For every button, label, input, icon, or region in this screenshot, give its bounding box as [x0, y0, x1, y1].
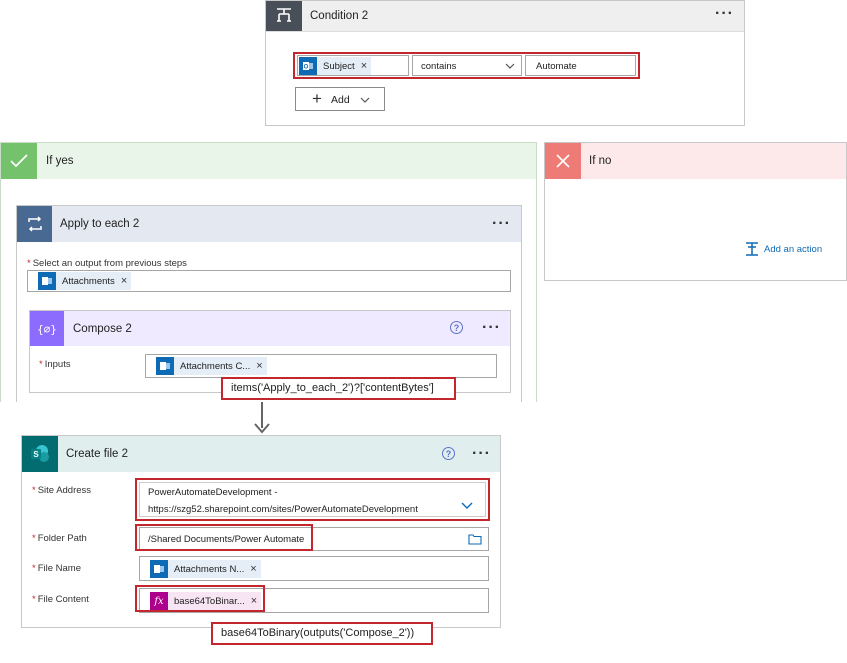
compose-title: Compose 2: [73, 322, 132, 335]
x-icon: [545, 143, 581, 179]
condition-value: Automate: [536, 61, 577, 72]
folder-icon[interactable]: [468, 533, 482, 545]
chevron-down-icon: [461, 502, 473, 509]
add-an-action-link[interactable]: Add an action: [744, 241, 822, 257]
compose-expression-text: items('Apply_to_each_2')?['contentBytes'…: [231, 382, 434, 394]
attachments-content-token[interactable]: Attachments C... ×: [156, 357, 267, 375]
outlook-icon: [156, 357, 174, 375]
apply-to-each-header[interactable]: Apply to each 2: [17, 206, 521, 242]
compose-expression-callout: items('Apply_to_each_2')?['contentBytes'…: [221, 377, 456, 400]
folder-path-label: * Folder Path: [32, 533, 87, 544]
add-button-label: Add: [331, 94, 350, 106]
svg-text:{∅}: {∅}: [37, 323, 57, 336]
if-yes-title: If yes: [46, 155, 74, 167]
add-button[interactable]: + Add: [295, 87, 385, 111]
add-action-icon: [746, 242, 758, 256]
subject-token[interactable]: O Subject ×: [299, 57, 372, 75]
file-content-expression-text: base64ToBinary(outputs('Compose_2')): [221, 627, 415, 639]
check-icon: [1, 143, 37, 179]
sharepoint-icon: S: [22, 436, 58, 472]
select-output-input[interactable]: Attachments ×: [27, 270, 511, 292]
help-icon[interactable]: ?: [442, 447, 455, 460]
remove-attachments-content-icon[interactable]: ×: [256, 360, 266, 372]
condition-more-icon[interactable]: ···: [715, 6, 734, 22]
compose-header[interactable]: {∅} Compose 2: [30, 311, 510, 346]
apply-to-each-card: Apply to each 2 ··· * Select an output fr…: [16, 205, 522, 402]
create-file-header[interactable]: S Create file 2: [22, 436, 500, 472]
attachments-name-label: Attachments N...: [174, 563, 245, 575]
attachments-content-label: Attachments C...: [180, 360, 251, 372]
outlook-icon: [150, 560, 168, 578]
file-content-expression-callout: base64ToBinary(outputs('Compose_2')): [211, 622, 433, 645]
chevron-down-icon: [505, 63, 515, 69]
compose-icon: {∅}: [30, 311, 64, 346]
if-yes-header[interactable]: If yes: [1, 143, 536, 179]
site-address-line2: https://szg52.sharepoint.com/sites/Power…: [148, 504, 418, 515]
compose-inputs-field[interactable]: Attachments C... ×: [145, 354, 497, 378]
condition-icon: [266, 1, 302, 31]
condition-left-operand[interactable]: O Subject ×: [297, 55, 409, 76]
attachments-token[interactable]: Attachments ×: [38, 272, 132, 290]
if-no-title: If no: [589, 155, 612, 167]
condition-header[interactable]: Condition 2: [266, 1, 744, 32]
create-file-card: S Create file 2 ? ··· * Site Address Powe…: [21, 435, 501, 628]
file-content-highlight: [135, 585, 265, 612]
condition-title: Condition 2: [310, 10, 369, 22]
arrow-down-icon: [254, 402, 270, 434]
subject-token-label: Subject: [323, 60, 355, 72]
folder-path-highlight: [135, 524, 313, 551]
operator-select[interactable]: contains: [412, 55, 522, 76]
apply-to-each-more-icon[interactable]: ···: [492, 216, 511, 232]
file-content-label: * File Content: [32, 594, 89, 605]
svg-text:O: O: [304, 65, 309, 71]
remove-attachments-name-icon[interactable]: ×: [250, 563, 260, 575]
attachments-token-label: Attachments: [62, 275, 115, 287]
create-file-more-icon[interactable]: ···: [472, 446, 491, 462]
condition-card: Condition 2 ··· O Subject × contains Aut…: [265, 0, 745, 126]
plus-icon: +: [312, 89, 322, 108]
condition-value-input[interactable]: Automate: [525, 55, 636, 76]
remove-subject-icon[interactable]: ×: [361, 60, 371, 72]
if-no-header[interactable]: If no: [545, 143, 846, 179]
chevron-down-icon: [360, 97, 370, 103]
apply-to-each-title: Apply to each 2: [60, 218, 140, 230]
site-address-label: * Site Address: [32, 485, 92, 496]
remove-attachments-icon[interactable]: ×: [121, 275, 131, 287]
if-no-branch: If no Add an action: [544, 142, 847, 281]
operator-value: contains: [421, 61, 457, 72]
site-address-line1: PowerAutomateDevelopment -: [148, 487, 278, 498]
file-name-label: * File Name: [32, 563, 81, 574]
loop-icon: [17, 206, 52, 242]
inputs-label: * Inputs: [39, 359, 71, 370]
help-icon[interactable]: ?: [450, 321, 463, 334]
svg-text:S: S: [33, 450, 39, 459]
select-output-label: * Select an output from previous steps: [27, 258, 187, 269]
outlook-icon: [38, 272, 56, 290]
attachments-name-token[interactable]: Attachments N... ×: [150, 560, 261, 578]
add-an-action-label: Add an action: [764, 243, 823, 255]
site-address-select[interactable]: PowerAutomateDevelopment - https://szg52…: [139, 482, 486, 517]
outlook-icon: O: [299, 57, 317, 75]
file-name-input[interactable]: Attachments N... ×: [139, 556, 489, 581]
compose-more-icon[interactable]: ···: [482, 320, 501, 336]
create-file-title: Create file 2: [66, 448, 129, 460]
